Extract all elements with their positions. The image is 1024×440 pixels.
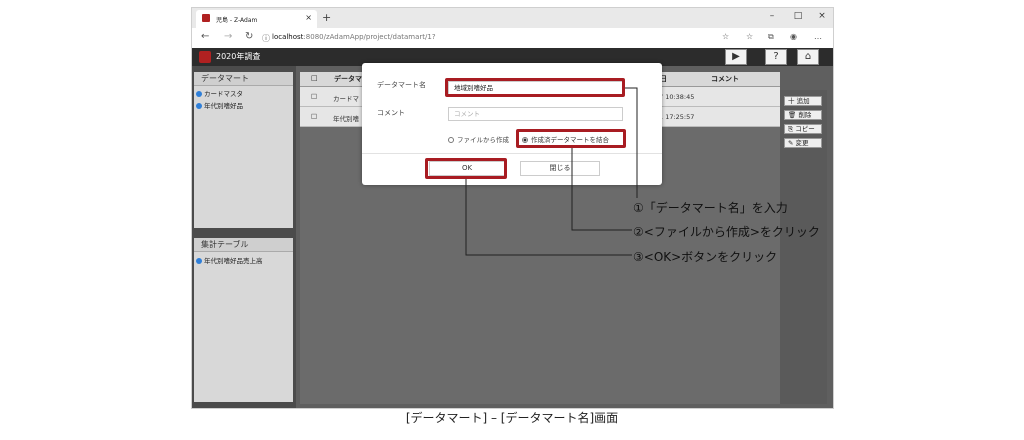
callout-line-2 — [571, 148, 632, 231]
callout-line-1 — [625, 87, 638, 198]
callout-lines — [465, 87, 638, 256]
callout-1: ①「データマート名」を入力 — [633, 201, 788, 215]
callout-3: ③<OK>ボタンをクリック — [633, 250, 778, 264]
figure-caption: [データマート] – [データマート名]画面 — [405, 411, 619, 425]
callout-2: ②<ファイルから作成>をクリック — [633, 225, 820, 239]
callout-line-3 — [465, 179, 632, 256]
